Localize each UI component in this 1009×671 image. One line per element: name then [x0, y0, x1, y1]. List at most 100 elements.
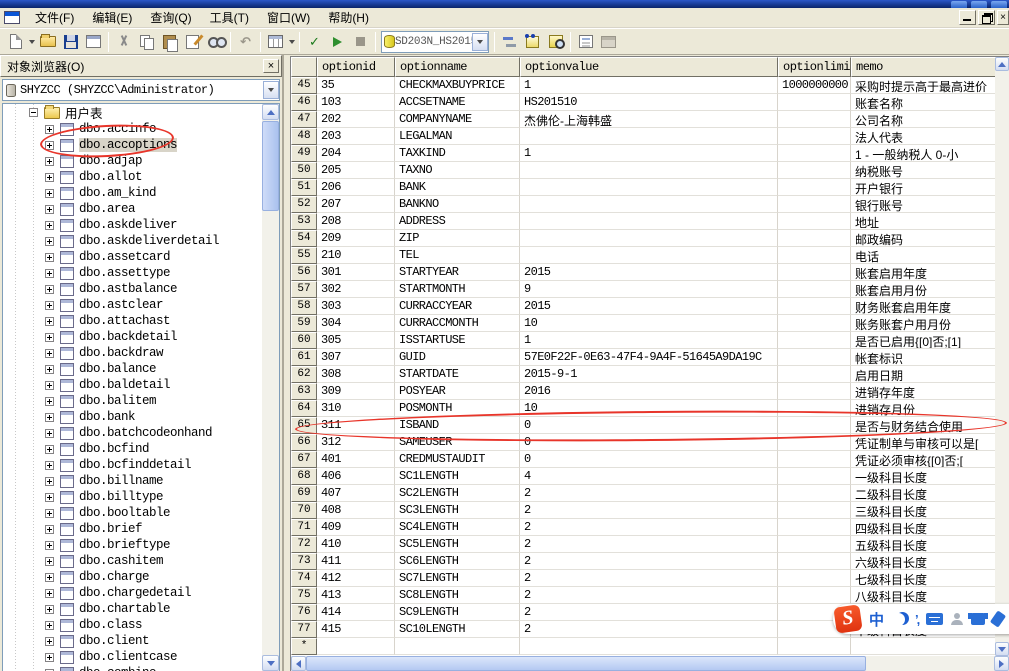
- scroll-down-icon[interactable]: [262, 655, 279, 671]
- grid-horizontal-scrollbar[interactable]: [291, 656, 1009, 671]
- grid-cell-optionname[interactable]: SC8LENGTH: [395, 587, 520, 604]
- row-number-cell[interactable]: 55: [291, 247, 317, 264]
- row-number-cell[interactable]: 59: [291, 315, 317, 332]
- panel-close-button[interactable]: ×: [263, 59, 279, 73]
- grid-cell-optionname[interactable]: CHECKMAXBUYPRICE: [395, 77, 520, 94]
- grid-cell-optionname[interactable]: BANK: [395, 179, 520, 196]
- grid-cell-optionlimit[interactable]: [778, 383, 851, 400]
- scroll-down-icon[interactable]: [995, 642, 1009, 656]
- grid-cell-optionid[interactable]: 415: [317, 621, 395, 638]
- grid-cell-optionid[interactable]: 311: [317, 417, 395, 434]
- row-number-cell[interactable]: 48: [291, 128, 317, 145]
- expand-icon[interactable]: [45, 125, 54, 134]
- grid-cell-memo[interactable]: 凭证制单与审核可以是[: [851, 434, 1009, 451]
- open-button[interactable]: [36, 31, 59, 53]
- grid-cell-optionname[interactable]: POSMONTH: [395, 400, 520, 417]
- grid-cell-optionlimit[interactable]: [778, 281, 851, 298]
- grid-cell-optionid[interactable]: 203: [317, 128, 395, 145]
- row-number-cell[interactable]: 67: [291, 451, 317, 468]
- tree-scrollbar[interactable]: [262, 104, 279, 671]
- menu-query[interactable]: 查询(Q): [141, 9, 200, 27]
- minimize-button[interactable]: [959, 10, 976, 25]
- grid-cell-optionid[interactable]: 409: [317, 519, 395, 536]
- grid-cell-memo[interactable]: 七级科目长度: [851, 570, 1009, 587]
- grid-cell-optionvalue[interactable]: [520, 230, 778, 247]
- menu-help[interactable]: 帮助(H): [319, 9, 378, 27]
- grid-cell-optionname[interactable]: SC2LENGTH: [395, 485, 520, 502]
- sync-button[interactable]: [498, 31, 521, 53]
- toolbox-icon[interactable]: [990, 610, 1006, 627]
- grid-cell-optionid[interactable]: 407: [317, 485, 395, 502]
- grid-cell-optionname[interactable]: CURRACCYEAR: [395, 298, 520, 315]
- scrollbar-thumb[interactable]: [306, 656, 866, 671]
- grid-cell-optionid[interactable]: 304: [317, 315, 395, 332]
- grid-cell-optionname[interactable]: TAXKIND: [395, 145, 520, 162]
- grid-cell-optionlimit[interactable]: [778, 298, 851, 315]
- grid-cell-memo[interactable]: 公司名称: [851, 111, 1009, 128]
- grid-cell-optionid[interactable]: 401: [317, 451, 395, 468]
- grid-cell-optionlimit[interactable]: [778, 264, 851, 281]
- row-number-cell[interactable]: 52: [291, 196, 317, 213]
- grid-cell-memo[interactable]: 二级科目长度: [851, 485, 1009, 502]
- expand-icon[interactable]: [45, 189, 54, 198]
- tree-item-bcfinddetail[interactable]: dbo.bcfinddetail: [3, 457, 279, 473]
- expand-icon[interactable]: [45, 285, 54, 294]
- tree-item-attachast[interactable]: dbo.attachast: [3, 313, 279, 329]
- tree-item-astclear[interactable]: dbo.astclear: [3, 297, 279, 313]
- cut-button[interactable]: [112, 31, 135, 53]
- expand-icon[interactable]: [45, 349, 54, 358]
- collapse-icon[interactable]: [29, 108, 38, 117]
- tree-item-booltable[interactable]: dbo.booltable: [3, 505, 279, 521]
- tree-item-askdeliver[interactable]: dbo.askdeliver: [3, 217, 279, 233]
- scrollbar-track[interactable]: [866, 656, 994, 671]
- menu-edit[interactable]: 编辑(E): [83, 9, 141, 27]
- grid-cell-memo[interactable]: 法人代表: [851, 128, 1009, 145]
- tree-item-assettype[interactable]: dbo.assettype: [3, 265, 279, 281]
- tree-item-allot[interactable]: dbo.allot: [3, 169, 279, 185]
- grid-cell-optionname[interactable]: GUID: [395, 349, 520, 366]
- column-header-memo[interactable]: memo: [851, 57, 1009, 77]
- row-number-cell[interactable]: 47: [291, 111, 317, 128]
- new-query-button[interactable]: [4, 31, 27, 53]
- row-number-cell[interactable]: 58: [291, 298, 317, 315]
- grid-cell-optionvalue[interactable]: 57E0F22F-0E63-47F4-9A4F-51645A9DA19C: [520, 349, 778, 366]
- row-number-cell[interactable]: 49: [291, 145, 317, 162]
- chinese-mode-icon[interactable]: 中: [869, 609, 884, 630]
- row-number-cell[interactable]: 64: [291, 400, 317, 417]
- grid-cell-optionvalue[interactable]: 2: [520, 519, 778, 536]
- expand-icon[interactable]: [45, 509, 54, 518]
- grid-cell-optionid[interactable]: 412: [317, 570, 395, 587]
- row-number-cell[interactable]: 54: [291, 230, 317, 247]
- grid-cell-optionvalue[interactable]: 9: [520, 281, 778, 298]
- grid-cell-memo[interactable]: 账套启用月份: [851, 281, 1009, 298]
- tree-item-astbalance[interactable]: dbo.astbalance: [3, 281, 279, 297]
- scroll-up-icon[interactable]: [995, 57, 1009, 71]
- grid-cell-memo[interactable]: 进销存月份: [851, 400, 1009, 417]
- expand-icon[interactable]: [45, 525, 54, 534]
- properties-button[interactable]: [574, 31, 597, 53]
- menu-tools[interactable]: 工具(T): [201, 9, 258, 27]
- row-number-cell[interactable]: 71: [291, 519, 317, 536]
- undo-button[interactable]: ↶: [234, 31, 257, 53]
- tree-item-brieftype[interactable]: dbo.brieftype: [3, 537, 279, 553]
- skin-icon[interactable]: [971, 613, 985, 625]
- server-combo-arrow[interactable]: [263, 81, 279, 99]
- grid-cell-optionname[interactable]: SC1LENGTH: [395, 468, 520, 485]
- tree-item-cashitem[interactable]: dbo.cashitem: [3, 553, 279, 569]
- grid-cell-optionlimit[interactable]: [778, 179, 851, 196]
- grid-cell-memo[interactable]: 三级科目长度: [851, 502, 1009, 519]
- grid-cell-optionname[interactable]: POSYEAR: [395, 383, 520, 400]
- night-mode-icon[interactable]: [892, 613, 905, 626]
- grid-cell-optionlimit[interactable]: [778, 230, 851, 247]
- copy-button[interactable]: [135, 31, 158, 53]
- expand-icon[interactable]: [45, 493, 54, 502]
- expand-icon[interactable]: [45, 461, 54, 470]
- grid-cell-optionlimit[interactable]: [778, 451, 851, 468]
- expand-icon[interactable]: [45, 301, 54, 310]
- menu-file[interactable]: 文件(F): [26, 9, 83, 27]
- grid-cell-optionid[interactable]: 207: [317, 196, 395, 213]
- grid-cell-optionname[interactable]: SC5LENGTH: [395, 536, 520, 553]
- grid-cell-optionid[interactable]: 206: [317, 179, 395, 196]
- grid-cell-optionlimit[interactable]: [778, 400, 851, 417]
- grid-cell-optionid[interactable]: 310: [317, 400, 395, 417]
